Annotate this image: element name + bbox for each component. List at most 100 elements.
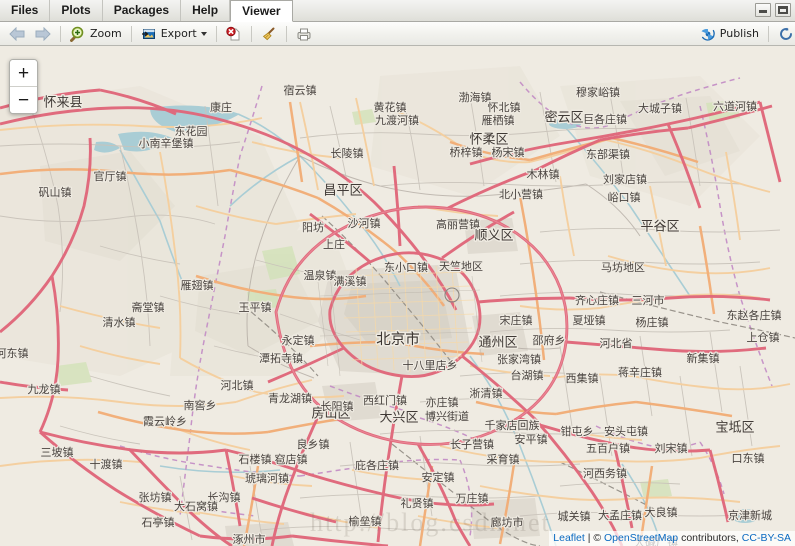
map-label: 张家湾镇 <box>497 352 541 366</box>
attribution-separator: | © <box>584 532 605 544</box>
minimize-pane-button[interactable] <box>755 3 771 17</box>
tab-plots[interactable]: Plots <box>50 0 103 21</box>
forward-button[interactable] <box>30 23 56 45</box>
export-image-icon <box>141 26 157 42</box>
maximize-pane-button[interactable] <box>775 3 791 17</box>
map-label: 大孟庄镇 <box>598 508 642 522</box>
map-label: 昌平区 <box>323 184 362 199</box>
map-label: 温泉镇 <box>304 268 337 282</box>
map-label: 高丽营镇 <box>436 217 480 231</box>
map-label: 青龙湖镇 <box>268 391 312 405</box>
map-label: 王平镇 <box>239 300 272 314</box>
toolbar-separator-2 <box>130 25 132 42</box>
map-label: 九渡河镇 <box>375 113 419 127</box>
arrow-right-icon <box>35 26 51 41</box>
map-label: 城关镇 <box>558 509 591 523</box>
map-label: 长陵镇 <box>331 146 364 160</box>
map-label: 万庄镇 <box>456 491 489 505</box>
tabstrip-filler <box>293 0 795 21</box>
map-label: 怀来县 <box>43 96 82 111</box>
tab-help[interactable]: Help <box>181 0 231 21</box>
map-label: 黄花镇 <box>374 100 407 114</box>
map-label: 杨宋镇 <box>492 145 525 159</box>
leaflet-link[interactable]: Leaflet <box>553 532 585 544</box>
map-label: 九龙镇 <box>28 382 61 396</box>
zoom-out-button[interactable]: − <box>10 87 37 113</box>
pane-tabstrip: Files Plots Packages Help Viewer <box>0 0 795 22</box>
zoom-button[interactable]: Zoom <box>65 23 127 45</box>
refresh-button[interactable] <box>773 23 795 45</box>
map-label: 怀北镇 <box>488 100 521 114</box>
map-label: 廊坊市 <box>491 515 524 529</box>
clear-all-button[interactable] <box>256 23 282 45</box>
map-label: 安定镇 <box>422 470 455 484</box>
tab-files[interactable]: Files <box>0 0 51 21</box>
remove-document-icon <box>226 26 242 42</box>
remove-viewer-item-button[interactable] <box>221 23 247 45</box>
map-label: 千家店回族 <box>485 418 540 432</box>
map-label: 沙河镇 <box>348 216 381 230</box>
map-label: 雁翅镇 <box>181 278 214 292</box>
map-label: 京津新城 <box>728 508 772 522</box>
toolbar-separator-3 <box>215 25 217 42</box>
map-label: 南窖乡 <box>184 398 217 412</box>
map-label: 密云区 <box>544 110 583 126</box>
map-label: 霞云岭乡 <box>143 414 187 428</box>
leaflet-map[interactable]: 怀来县 康庄 东花园 小南辛堡镇 官厅镇 矾山镇 黄花镇 九渡河镇 渤海镇 长陵镇 昌平区 怀北镇 雁栖… <box>0 46 795 546</box>
map-label: 清水镇 <box>103 315 136 329</box>
map-label: 窇店镇 <box>275 452 308 466</box>
map-label: 庇各庄镇 <box>355 458 399 472</box>
map-label: 新集镇 <box>687 351 720 365</box>
map-label: 刘家店镇 <box>603 172 647 186</box>
export-button-label: Export <box>160 27 197 40</box>
map-label: 涿州市 <box>233 532 266 546</box>
map-label: 木林镇 <box>527 167 560 181</box>
map-label: 北小营镇 <box>499 187 543 201</box>
toolbar-separator-1 <box>60 25 61 42</box>
print-button[interactable] <box>291 23 317 45</box>
map-label: 榆垒镇 <box>349 514 382 528</box>
map-label: 杨庄镇 <box>636 315 669 329</box>
map-label: 十渡镇 <box>90 457 123 471</box>
map-label: 良乡镇 <box>297 437 330 451</box>
map-label: 宿云镇 <box>284 83 317 97</box>
map-label: 矾山镇 <box>39 185 72 199</box>
map-label: 巨各庄镇 <box>583 112 627 126</box>
zoom-in-button[interactable]: + <box>10 60 37 87</box>
map-label: 官厅镇 <box>94 169 127 183</box>
window-buttons <box>755 3 791 17</box>
map-label: 夏垭镇 <box>573 313 606 327</box>
toolbar-separator-6 <box>768 25 769 42</box>
magnifier-plus-icon <box>70 26 86 42</box>
map-label: 台湖镇 <box>511 368 544 382</box>
map-label: 刘宋镇 <box>655 441 688 455</box>
map-label: 穆家峪镇 <box>576 85 620 99</box>
map-label: 三河市 <box>632 293 665 307</box>
toolbar-separator-5 <box>285 25 287 42</box>
map-label: 宋庄镇 <box>500 313 533 327</box>
back-button[interactable] <box>4 23 30 45</box>
map-label: 顺义区 <box>474 229 513 244</box>
tab-packages[interactable]: Packages <box>103 0 182 21</box>
openstreetmap-link[interactable]: OpenStreetMap <box>604 532 678 544</box>
map-label: 小南辛堡镇 <box>139 136 194 150</box>
map-label: 西红门镇 <box>363 393 407 407</box>
map-label: 石亭镇 <box>142 515 175 529</box>
chevron-down-icon <box>200 31 207 36</box>
export-button[interactable]: Export <box>136 23 212 45</box>
map-label: 通州区 <box>478 336 517 351</box>
map-label: 齐心庄镇 <box>575 293 619 307</box>
map-label: 河北镇 <box>221 378 254 392</box>
map-label: 峪口镇 <box>608 190 641 204</box>
map-label: 河西务镇 <box>583 466 627 480</box>
map-label: 大良镇 <box>645 505 678 519</box>
tab-viewer[interactable]: Viewer <box>230 0 293 22</box>
publish-button[interactable]: Publish <box>695 23 764 45</box>
map-label: 大城子镇 <box>638 101 682 115</box>
map-label: 三坡镇 <box>41 445 74 459</box>
map-label: 长子营镇 <box>450 437 494 451</box>
map-label: 博兴街道 <box>425 409 469 423</box>
map-label: 六道河镇 <box>713 99 757 113</box>
arrow-left-icon <box>9 26 25 41</box>
license-link[interactable]: CC-BY-SA <box>742 532 791 544</box>
